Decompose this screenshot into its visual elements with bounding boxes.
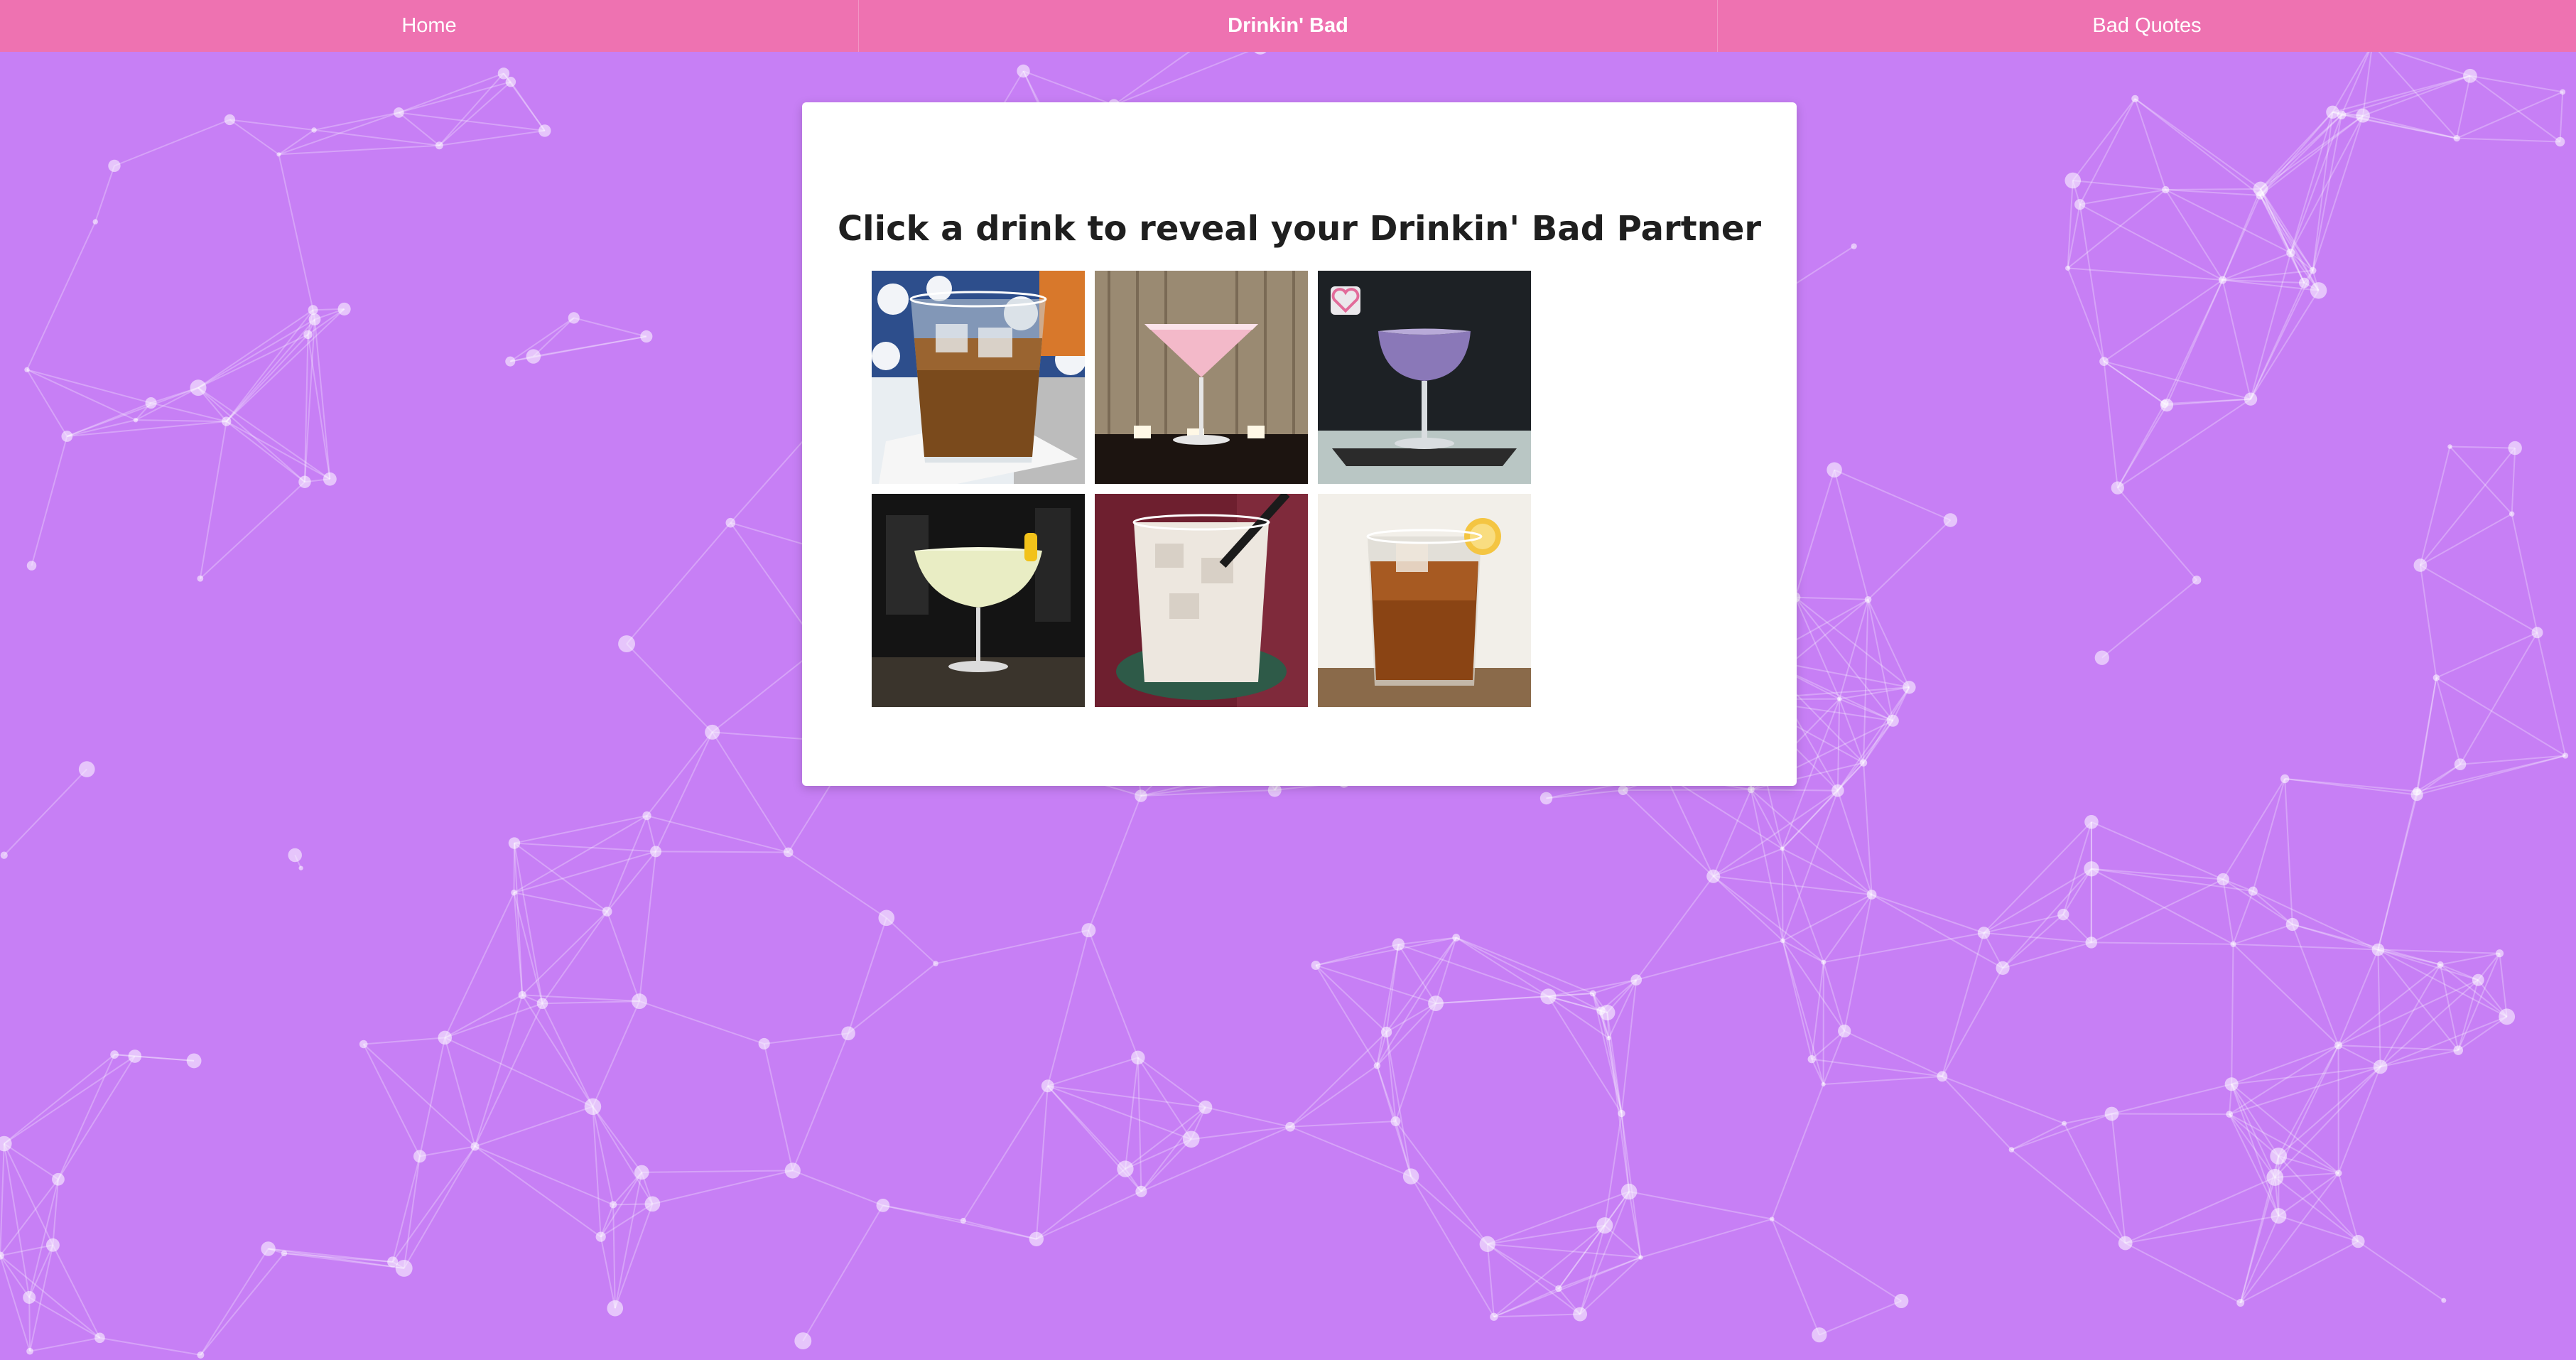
favorite-heart-button[interactable] [1331, 286, 1360, 315]
drink-card-2[interactable] [1095, 271, 1308, 484]
drink-card-4[interactable] [872, 494, 1085, 707]
drink-card-3[interactable] [1318, 271, 1531, 484]
nav-home-link[interactable]: Home [0, 0, 859, 52]
white-martini-lemon-drink-image [872, 494, 1085, 707]
drink-card-1[interactable] [872, 271, 1085, 484]
drink-card-5[interactable] [1095, 494, 1308, 707]
drink-picker-card: Click a drink to reveal your Drinkin' Ba… [802, 102, 1797, 786]
pink-martini-drink-image [1095, 271, 1308, 484]
drink-card-6[interactable] [1318, 494, 1531, 707]
nav-drinkin-bad-link[interactable]: Drinkin' Bad [859, 0, 1718, 52]
heart-icon [1331, 288, 1360, 313]
drink-grid [872, 271, 1531, 707]
whiskey-rocks-drink-image [872, 271, 1085, 484]
top-navigation-bar: Home Drinkin' Bad Bad Quotes [0, 0, 2576, 52]
page-title: Click a drink to reveal your Drinkin' Ba… [837, 209, 1762, 249]
white-russian-drink-image [1095, 494, 1308, 707]
nav-bad-quotes-link[interactable]: Bad Quotes [1718, 0, 2576, 52]
iced-tea-lemon-drink-image [1318, 494, 1531, 707]
